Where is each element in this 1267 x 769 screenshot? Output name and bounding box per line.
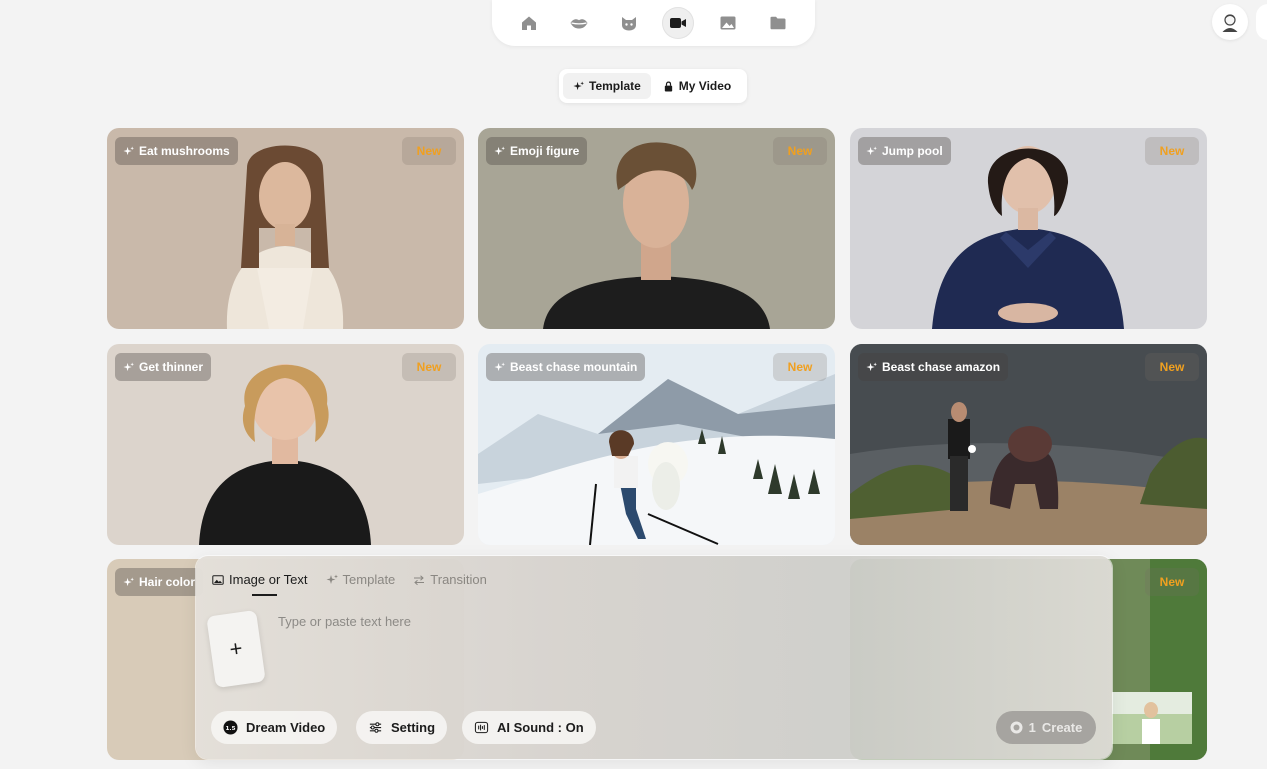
home-icon <box>521 16 536 30</box>
tab-template-label: Template <box>589 79 641 93</box>
create-label: Create <box>1041 720 1083 735</box>
card-label-text: Get thinner <box>139 360 204 374</box>
prompt-composer: Image or Text Template Transition + 1.5 … <box>196 556 1112 759</box>
user-avatar[interactable] <box>1212 4 1248 40</box>
model-version-icon: 1.5 <box>223 720 238 735</box>
nav-folder[interactable] <box>762 7 794 39</box>
sparkle-icon <box>866 361 877 371</box>
card-label: Hair color <box>115 568 204 596</box>
composer-tabs: Image or Text Template Transition <box>212 572 487 595</box>
template-card[interactable]: Jump pool New <box>850 128 1207 329</box>
model-version-badge: 1.5 <box>226 726 236 732</box>
new-badge: New <box>773 353 827 381</box>
card-label: Emoji figure <box>486 137 588 165</box>
nav-image[interactable] <box>712 7 744 39</box>
card-label-text: Beast chase mountain <box>510 360 638 374</box>
card-label: Jump pool <box>858 137 951 165</box>
create-cost: 1 <box>1028 720 1036 735</box>
sparkle-icon <box>123 361 134 371</box>
nav-video[interactable] <box>662 7 695 39</box>
card-label-text: Hair color <box>139 575 196 589</box>
tab-composer-template-label: Template <box>342 572 396 587</box>
image-text-icon <box>212 574 224 585</box>
nav-home[interactable] <box>513 7 545 39</box>
sparkle-icon <box>573 80 584 90</box>
sparkle-icon <box>123 145 134 155</box>
lips-icon <box>570 19 588 29</box>
tab-transition[interactable]: Transition <box>413 572 487 595</box>
template-card[interactable]: Emoji figure New <box>478 128 835 329</box>
sparkle-icon <box>123 576 134 586</box>
template-card[interactable]: Eat mushrooms New <box>107 128 464 329</box>
tab-composer-template[interactable]: Template <box>326 572 396 595</box>
view-switch: Template My Video <box>559 69 747 103</box>
new-badge: New <box>402 137 456 165</box>
folder-icon <box>770 16 786 30</box>
model-selector-label: Dream Video <box>246 720 326 735</box>
template-card[interactable]: Get thinner New <box>107 344 464 545</box>
card-label: Beast chase amazon <box>858 353 1009 381</box>
new-badge: New <box>1145 137 1199 165</box>
lock-icon <box>664 81 672 92</box>
user-face-icon <box>1222 14 1238 32</box>
model-selector-button[interactable]: 1.5 Dream Video <box>211 711 338 744</box>
template-card[interactable]: Beast chase amazon New <box>850 344 1207 545</box>
new-badge: New <box>773 137 827 165</box>
tab-transition-label: Transition <box>430 572 487 587</box>
video-camera-icon <box>670 18 687 28</box>
prompt-input[interactable] <box>278 614 978 674</box>
new-badge: New <box>1145 568 1199 596</box>
new-badge: New <box>1145 353 1199 381</box>
sliders-icon <box>369 722 382 733</box>
nav-lips[interactable] <box>563 7 595 39</box>
sparkle-icon <box>494 361 505 371</box>
setting-button[interactable]: Setting <box>356 711 448 744</box>
sound-wave-icon <box>474 721 489 734</box>
new-badge: New <box>402 353 456 381</box>
tab-image-or-text-label: Image or Text <box>229 572 308 587</box>
sparkle-icon <box>494 145 505 155</box>
active-tab-indicator <box>252 594 277 596</box>
image-icon <box>720 16 736 30</box>
tab-template[interactable]: Template <box>563 73 651 99</box>
tab-image-or-text[interactable]: Image or Text <box>212 572 308 595</box>
top-nav <box>492 0 815 46</box>
sparkle-icon <box>326 574 338 584</box>
ai-sound-label: AI Sound : On <box>497 720 584 735</box>
card-label-text: Eat mushrooms <box>139 144 230 158</box>
cat-icon <box>621 17 636 31</box>
card-label-text: Beast chase amazon <box>882 360 1001 374</box>
upload-image-button[interactable]: + <box>206 609 266 689</box>
create-button[interactable]: 1 Create <box>996 711 1096 744</box>
tab-my-video-label: My Video <box>678 79 732 93</box>
credit-coin-icon <box>1010 721 1023 734</box>
plus-icon: + <box>227 635 245 662</box>
card-label-text: Emoji figure <box>510 144 580 158</box>
card-label-text: Jump pool <box>882 144 943 158</box>
card-label: Eat mushrooms <box>115 137 238 165</box>
tab-my-video[interactable]: My Video <box>653 73 741 99</box>
card-label: Beast chase mountain <box>486 353 646 381</box>
ai-sound-toggle[interactable]: AI Sound : On <box>462 711 596 744</box>
template-card[interactable]: Beast chase mountain New <box>478 344 835 545</box>
sparkle-icon <box>866 145 877 155</box>
extra-button-edge[interactable] <box>1256 4 1267 40</box>
nav-cat[interactable] <box>613 7 645 39</box>
transition-arrows-icon <box>414 574 425 585</box>
card-label: Get thinner <box>115 353 212 381</box>
setting-label: Setting <box>391 720 436 735</box>
